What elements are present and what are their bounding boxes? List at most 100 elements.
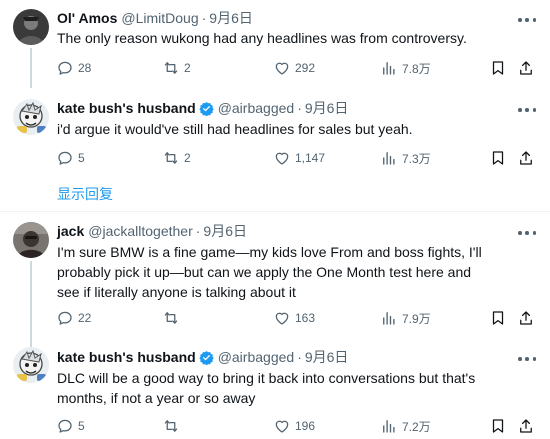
like-icon xyxy=(275,62,289,75)
avatar-kate-bushs-husband[interactable] xyxy=(13,347,49,383)
share-button[interactable] xyxy=(517,415,535,437)
share-button[interactable] xyxy=(517,57,535,79)
like-count: 196 xyxy=(295,419,316,433)
views-icon xyxy=(383,312,395,325)
separator-dot: · xyxy=(297,100,302,116)
more-icon[interactable] xyxy=(518,354,536,364)
more-icon[interactable] xyxy=(518,105,536,115)
reply-count: 5 xyxy=(78,151,85,165)
share-button[interactable] xyxy=(517,307,535,329)
tweet-4[interactable]: kate bush's husband @airbagged · 9月6日 DL… xyxy=(0,342,550,439)
bookmark-button[interactable] xyxy=(489,57,507,79)
share-icon xyxy=(520,311,532,325)
share-icon xyxy=(520,61,532,75)
reply-button[interactable]: 22 xyxy=(56,307,91,329)
tweet-text: i'd argue it would've still had headline… xyxy=(57,121,413,137)
separator-dot: · xyxy=(201,10,207,26)
bookmark-button[interactable] xyxy=(489,307,507,329)
user-handle[interactable]: @airbagged xyxy=(218,100,295,116)
user-name[interactable]: Ol' Amos xyxy=(57,10,117,26)
bookmark-icon xyxy=(492,311,504,325)
like-button[interactable]: 292 xyxy=(273,57,315,79)
user-name[interactable]: jack xyxy=(57,223,84,239)
retweet-button[interactable]: 2 xyxy=(162,57,191,79)
reply-icon xyxy=(58,61,72,75)
like-icon xyxy=(275,152,289,165)
views-icon xyxy=(383,152,395,165)
retweet-button[interactable] xyxy=(162,415,180,437)
like-icon xyxy=(275,420,289,433)
tweet-1[interactable]: Ol' Amos @LimitDoug · 9月6日 The only reas… xyxy=(0,0,550,88)
views-button[interactable]: 7.2万 xyxy=(380,415,431,437)
action-bar: 28 2 292 7.8万 xyxy=(52,57,542,79)
reply-icon xyxy=(58,151,72,165)
retweet-count: 2 xyxy=(184,151,191,165)
share-icon xyxy=(520,419,532,433)
action-bar: 22 163 7.9万 xyxy=(52,307,542,329)
timestamp[interactable]: 9月6日 xyxy=(203,221,247,241)
reply-icon xyxy=(58,419,72,433)
separator-dot: · xyxy=(297,349,302,365)
timestamp[interactable]: 9月6日 xyxy=(305,98,349,118)
tweet-text: DLC will be a good way to bring it back … xyxy=(57,370,476,406)
retweet-count: 2 xyxy=(184,61,191,75)
verified-badge-icon xyxy=(199,350,214,365)
bookmark-icon xyxy=(492,61,504,75)
bookmark-icon xyxy=(492,419,504,433)
views-button[interactable]: 7.8万 xyxy=(380,57,431,79)
tweet-header: kate bush's husband @airbagged · 9月6日 xyxy=(57,98,348,118)
action-bar: 5 196 7.2万 xyxy=(52,415,542,437)
views-count: 7.9万 xyxy=(402,311,431,326)
avatar-ol-amos[interactable] xyxy=(13,9,49,45)
like-count: 292 xyxy=(295,61,316,75)
show-replies-link[interactable]: 显示回复 xyxy=(57,184,113,204)
views-icon xyxy=(383,62,395,75)
user-handle[interactable]: @jackalltogether xyxy=(88,223,193,239)
avatar-jack[interactable] xyxy=(13,222,49,258)
tweet-header: jack @jackalltogether · 9月6日 xyxy=(57,221,247,241)
like-button[interactable]: 1,147 xyxy=(273,147,325,169)
tweet-header: Ol' Amos @LimitDoug · 9月6日 xyxy=(57,8,253,28)
avatar-kate-bushs-husband[interactable] xyxy=(13,99,49,135)
retweet-icon xyxy=(164,420,178,432)
views-button[interactable]: 7.3万 xyxy=(380,147,431,169)
retweet-button[interactable]: 2 xyxy=(162,147,191,169)
reply-button[interactable]: 28 xyxy=(56,57,91,79)
user-name[interactable]: kate bush's husband xyxy=(57,100,196,116)
verified-badge-icon xyxy=(199,101,214,116)
retweet-icon xyxy=(164,312,178,324)
bookmark-button[interactable] xyxy=(489,147,507,169)
retweet-icon xyxy=(164,62,178,74)
reply-count: 22 xyxy=(78,311,92,325)
thread-line xyxy=(30,261,32,347)
reply-icon xyxy=(58,311,72,325)
views-count: 7.2万 xyxy=(402,419,431,434)
bookmark-icon xyxy=(492,151,504,165)
tweet-text: I'm sure BMW is a fine game—my kids love… xyxy=(57,244,482,300)
reply-button[interactable]: 5 xyxy=(56,147,85,169)
like-count: 1,147 xyxy=(295,151,326,165)
timestamp[interactable]: 9月6日 xyxy=(305,347,349,367)
tweet-text: The only reason wukong had any headlines… xyxy=(57,30,467,46)
like-icon xyxy=(275,312,289,325)
bookmark-button[interactable] xyxy=(489,415,507,437)
like-button[interactable]: 196 xyxy=(273,415,315,437)
like-count: 163 xyxy=(295,311,316,325)
tweet-3[interactable]: jack @jackalltogether · 9月6日 I'm sure BM… xyxy=(0,216,550,347)
action-bar: 5 2 1,147 7.3万 xyxy=(52,147,542,169)
reply-button[interactable]: 5 xyxy=(56,415,85,437)
timestamp[interactable]: 9月6日 xyxy=(209,8,253,28)
user-handle[interactable]: @airbagged xyxy=(218,349,295,365)
user-handle[interactable]: @LimitDoug xyxy=(121,10,198,26)
share-button[interactable] xyxy=(517,147,535,169)
reply-count: 28 xyxy=(78,61,92,75)
retweet-button[interactable] xyxy=(162,307,180,329)
views-button[interactable]: 7.9万 xyxy=(380,307,431,329)
user-name[interactable]: kate bush's husband xyxy=(57,349,196,365)
like-button[interactable]: 163 xyxy=(273,307,315,329)
thread-line xyxy=(30,48,32,88)
more-icon[interactable] xyxy=(518,15,536,25)
share-icon xyxy=(520,151,532,165)
more-icon[interactable] xyxy=(518,228,536,238)
reply-count: 5 xyxy=(78,419,85,433)
